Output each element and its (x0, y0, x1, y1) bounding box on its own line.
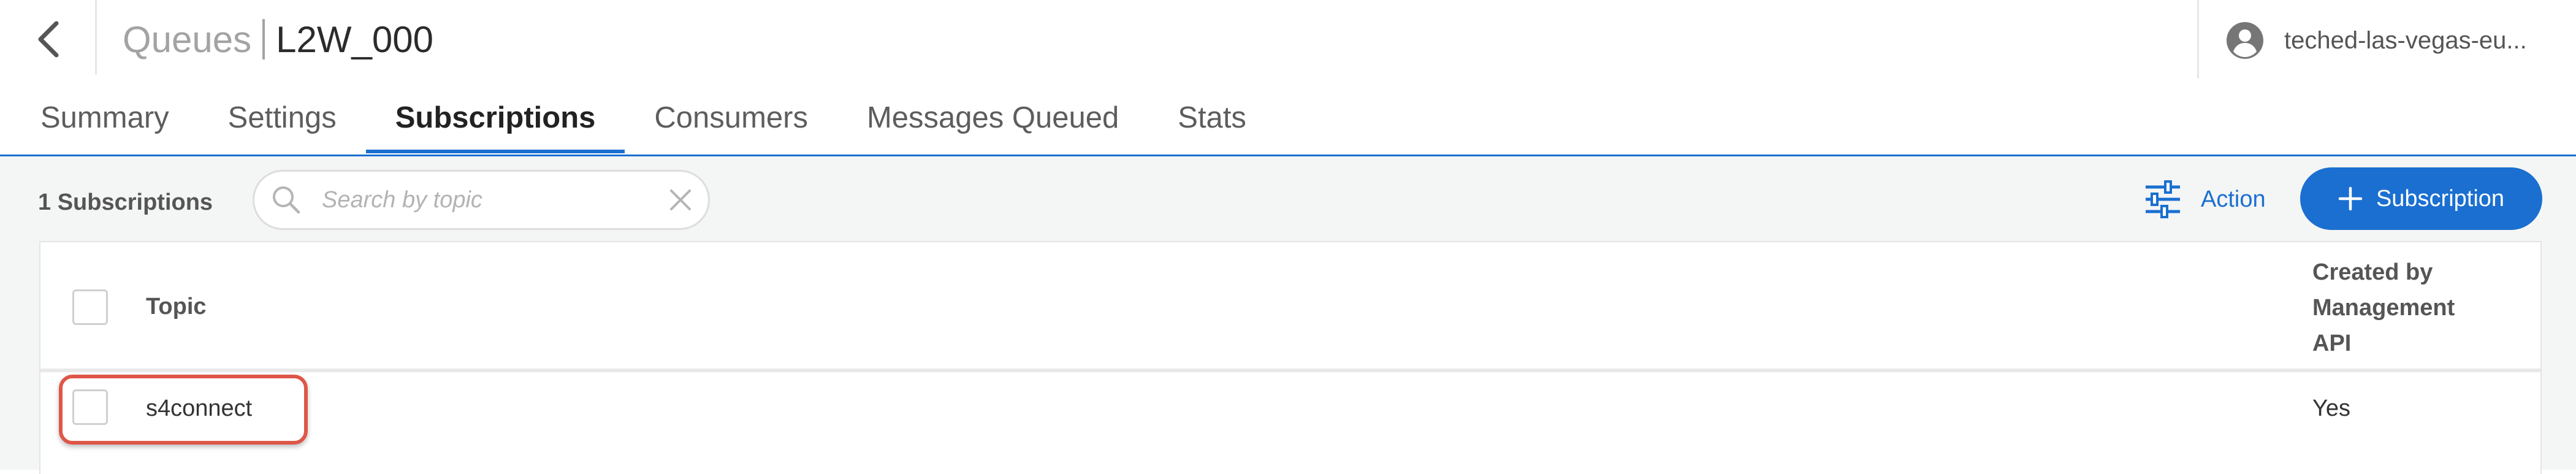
add-subscription-label: Subscription (2376, 185, 2505, 212)
chevron-left-icon (38, 21, 59, 58)
page-header: Queues L2W_000 teched-las-vegas-eu... (0, 0, 2576, 78)
created-by-management-api-cell: Yes (2312, 396, 2350, 421)
action-label: Action (2201, 186, 2266, 212)
table-header: Topic Created by Management API (40, 242, 2540, 372)
tab-messages-queued[interactable]: Messages Queued (837, 92, 1148, 153)
subscriptions-panel: 1 Subscriptions Action Subscription (0, 156, 2576, 474)
table-row[interactable]: s4connect Yes (40, 372, 2540, 470)
search-input[interactable] (321, 186, 666, 214)
page-title: L2W_000 (276, 18, 434, 60)
user-menu[interactable]: teched-las-vegas-eu... (2225, 17, 2527, 64)
row-checkbox[interactable] (72, 389, 108, 425)
column-header-created-by-management-api[interactable]: Created by Management API (2312, 254, 2496, 361)
tab-consumers[interactable]: Consumers (625, 92, 837, 153)
breadcrumb-separator (262, 19, 265, 59)
breadcrumb-queues-link[interactable]: Queues (123, 18, 251, 61)
tab-settings[interactable]: Settings (199, 92, 366, 153)
tab-summary[interactable]: Summary (11, 92, 199, 153)
tab-bar: Summary Settings Subscriptions Consumers… (11, 92, 1276, 153)
breadcrumb: Queues L2W_000 (123, 13, 433, 65)
header-divider (95, 0, 97, 75)
user-divider (2197, 0, 2199, 78)
topic-cell: s4connect (146, 396, 253, 421)
select-all-checkbox[interactable] (72, 289, 108, 325)
account-circle-icon (2227, 22, 2263, 59)
search-icon (273, 186, 300, 214)
add-subscription-button[interactable]: Subscription (2300, 167, 2542, 230)
close-icon[interactable] (666, 186, 695, 214)
sliders-icon (2146, 180, 2180, 218)
column-header-topic[interactable]: Topic (146, 294, 207, 320)
action-button[interactable]: Action (2143, 176, 2266, 223)
tab-stats[interactable]: Stats (1148, 92, 1276, 153)
back-button[interactable] (25, 13, 71, 65)
subscriptions-table: Topic Created by Management API s4connec… (39, 241, 2542, 474)
search-box (253, 170, 710, 230)
user-name: teched-las-vegas-eu... (2284, 26, 2527, 54)
tab-subscriptions[interactable]: Subscriptions (365, 92, 625, 153)
subscription-count: 1 Subscriptions (38, 189, 213, 215)
plus-icon (2338, 186, 2363, 211)
